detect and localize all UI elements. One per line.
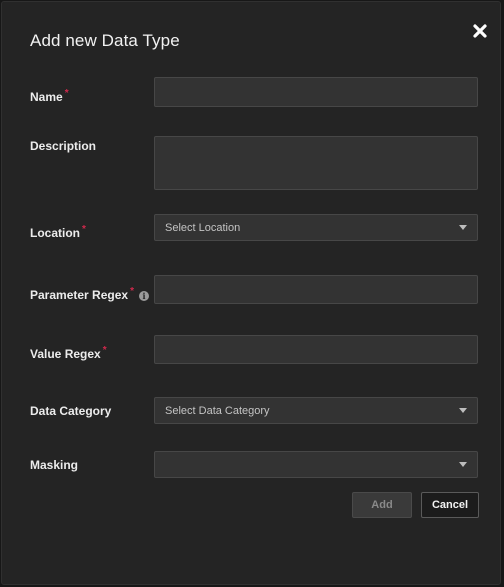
- location-select-value: Select Location: [165, 221, 241, 234]
- name-required-mark: *: [64, 88, 69, 99]
- chevron-down-icon: [459, 462, 467, 467]
- add-data-type-dialog: Add new Data Type Name * Description Loca…: [1, 1, 501, 585]
- chevron-down-icon: [459, 408, 467, 413]
- value-regex-input[interactable]: [154, 335, 478, 364]
- location-select[interactable]: Select Location: [154, 214, 478, 241]
- name-label-text: Name: [30, 90, 63, 104]
- location-label-text: Location: [30, 226, 80, 240]
- parameter-regex-input[interactable]: [154, 275, 478, 304]
- dialog-title: Add new Data Type: [30, 31, 180, 50]
- location-required-mark: *: [82, 224, 86, 235]
- parameter-regex-label: Parameter Regex *: [30, 286, 134, 302]
- masking-label: Masking: [30, 458, 79, 472]
- value-regex-required-mark: *: [102, 345, 107, 356]
- description-label: Description: [30, 139, 97, 153]
- data-category-select[interactable]: Select Data Category: [154, 397, 478, 424]
- name-label: Name *: [30, 88, 69, 104]
- description-textarea[interactable]: [154, 136, 478, 190]
- data-category-label: Data Category: [30, 404, 112, 418]
- location-label: Location *: [30, 224, 86, 240]
- data-category-select-value: Select Data Category: [165, 404, 270, 417]
- parameter-regex-label-text: Parameter Regex: [30, 288, 129, 302]
- value-regex-label: Value Regex *: [30, 345, 107, 361]
- name-input[interactable]: [154, 77, 478, 107]
- cancel-button[interactable]: Cancel: [421, 492, 479, 518]
- parameter-regex-required-mark: *: [130, 286, 134, 297]
- info-icon[interactable]: i: [139, 291, 149, 301]
- masking-select[interactable]: [154, 451, 478, 478]
- value-regex-label-text: Value Regex: [30, 347, 101, 361]
- chevron-down-icon: [459, 225, 467, 230]
- add-button[interactable]: Add: [352, 492, 412, 518]
- close-icon[interactable]: [472, 23, 488, 39]
